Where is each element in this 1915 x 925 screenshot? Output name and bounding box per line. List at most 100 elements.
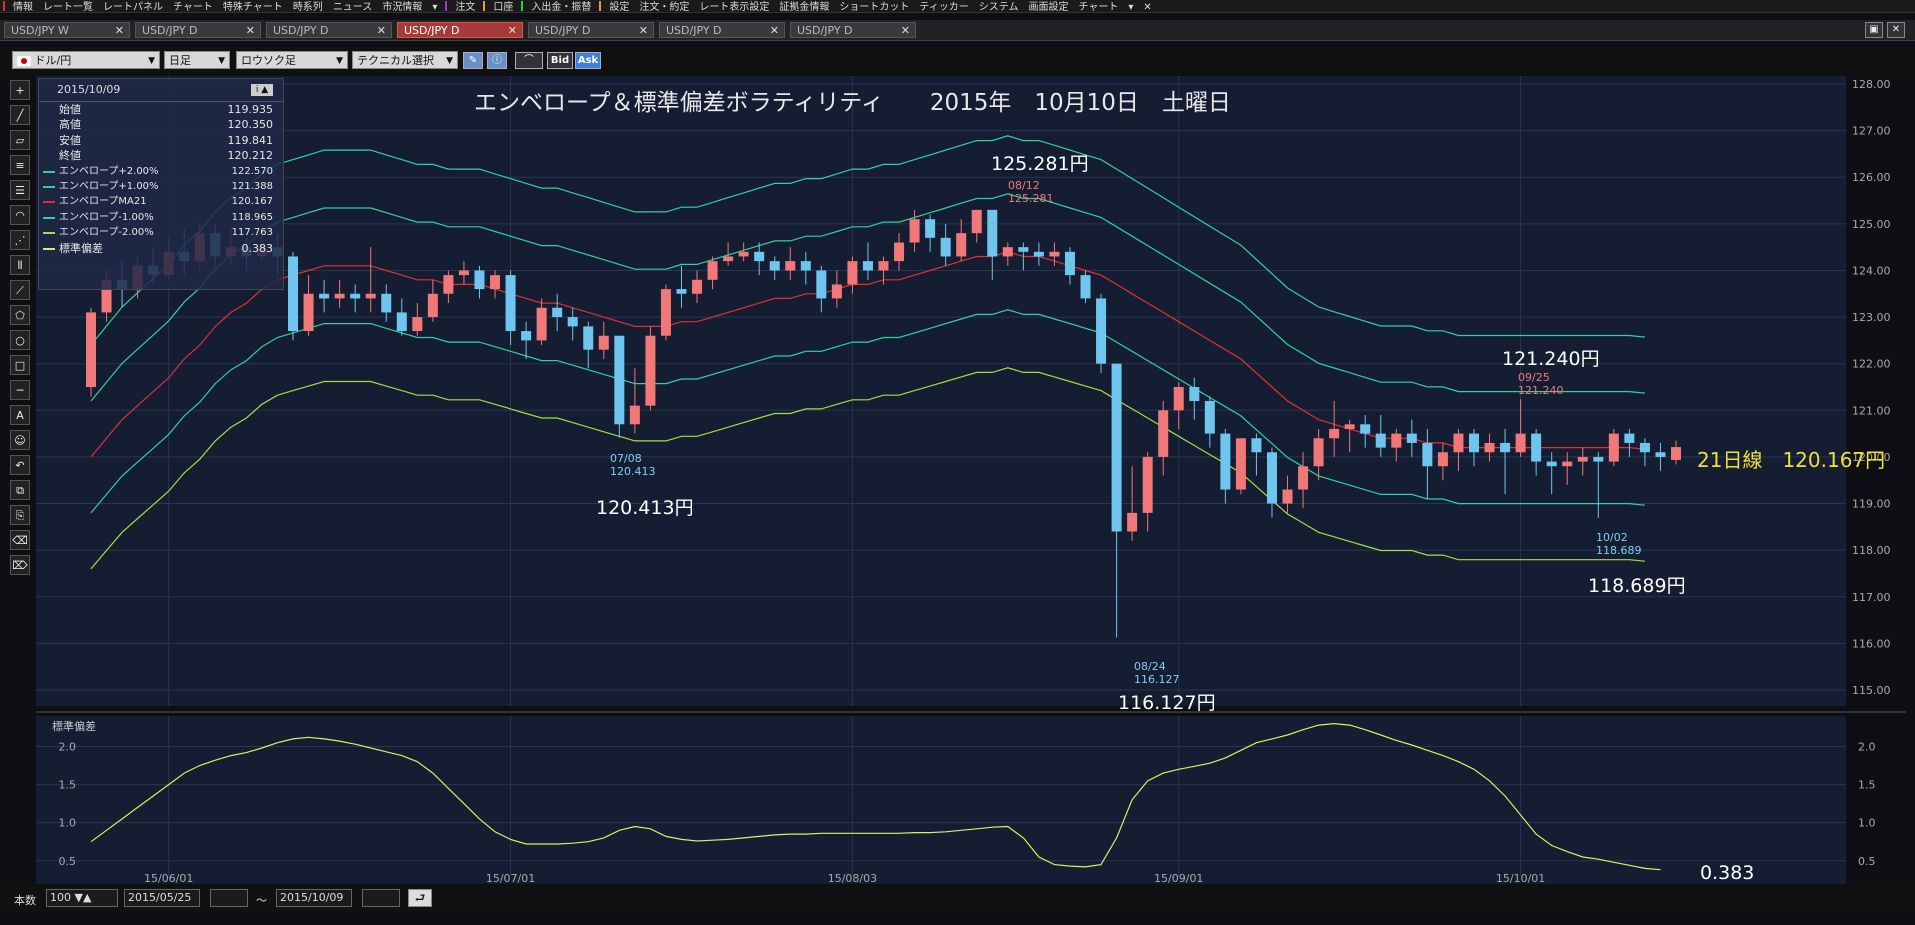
window-controls: ▣ ✕ [1861, 22, 1905, 38]
pen-icon[interactable]: ✎ [463, 52, 483, 69]
start-time-input[interactable] [210, 889, 248, 907]
end-time-input[interactable] [362, 889, 400, 907]
data-window-value: 122.570 [231, 165, 273, 177]
menu-item-3[interactable]: チャート [168, 2, 218, 12]
end-date-input[interactable]: 2015/10/09 [276, 889, 352, 907]
menu-item-21[interactable]: ▾ [1123, 2, 1138, 12]
technical-select[interactable]: テクニカル選択 ▼ [352, 51, 458, 69]
candle-body [1064, 251, 1075, 276]
menu-item-11[interactable]: 入出金・振替 [526, 2, 596, 12]
chart-tab-6[interactable]: USD/JPY D ✕ [790, 22, 916, 38]
restore-icon[interactable]: ▣ [1865, 22, 1883, 38]
reset-icon[interactable]: ⮐ [408, 889, 432, 907]
menu-item-22[interactable]: ✕ [1138, 2, 1156, 12]
arc-icon[interactable]: ◠ [10, 205, 30, 225]
info-toggle-icon[interactable]: i ▲ [251, 84, 273, 96]
eraser-icon[interactable]: ⌫ [10, 530, 30, 550]
menu-item-8[interactable]: ▾ [427, 2, 442, 12]
gann-icon[interactable]: ⟋ [10, 280, 30, 300]
menu-item-5[interactable]: 時系列 [288, 2, 328, 12]
chart-tab-5[interactable]: USD/JPY D ✕ [659, 22, 785, 38]
chart-tab-4[interactable]: USD/JPY D ✕ [528, 22, 654, 38]
ruler-icon[interactable]: ▱ [10, 130, 30, 150]
candle-body [1593, 456, 1604, 462]
chart-tab-label: USD/JPY D [797, 24, 853, 37]
start-date-input[interactable]: 2015/05/25 [124, 889, 200, 907]
text-icon[interactable]: A [10, 405, 30, 425]
bar-count-select[interactable]: 100 ▼▲ [46, 889, 118, 907]
close-tab-icon[interactable]: ✕ [639, 23, 648, 39]
menu-item-17[interactable]: ティッカー [914, 2, 973, 12]
close-tab-icon[interactable]: ✕ [770, 23, 779, 39]
stdev-tick-label-left: 0.5 [59, 855, 77, 868]
candle-body [800, 261, 811, 271]
close-tab-icon[interactable]: ✕ [377, 23, 386, 39]
vlines-icon[interactable]: ⦀ [10, 255, 30, 275]
hlines-icon[interactable]: ≡ [10, 155, 30, 175]
menu-item-14[interactable]: レート表示設定 [694, 2, 774, 12]
candle-body [738, 251, 749, 257]
candle-body [785, 261, 796, 271]
menu-item-15[interactable]: 証拠金情報 [774, 2, 834, 12]
hline-icon[interactable]: ─ [10, 380, 30, 400]
chart-tab-0[interactable]: USD/JPY W ✕ [4, 22, 130, 38]
left-low-label: 120.413円 [596, 497, 694, 519]
menu-item-4[interactable]: 特殊チャート [218, 2, 288, 12]
bid-button[interactable]: Bid [547, 52, 573, 69]
menu-item-18[interactable]: システム [974, 2, 1024, 12]
menu-item-2[interactable]: レートパネル [98, 2, 168, 12]
chart-tab-2[interactable]: USD/JPY D ✕ [266, 22, 392, 38]
paste-icon[interactable]: ⎘ [10, 505, 30, 525]
data-window-label: 安値 [59, 133, 81, 147]
smiley-icon[interactable]: ☺ [10, 430, 30, 450]
menu-item-12[interactable]: 設定 [604, 2, 634, 12]
pentagon-icon[interactable]: ⬠ [10, 305, 30, 325]
wave-icon[interactable]: ⌒ [515, 52, 543, 69]
candle-body [1515, 433, 1526, 453]
menu-item-7[interactable]: 市況情報 [377, 2, 427, 12]
fan-icon[interactable]: ⋰ [10, 230, 30, 250]
eraser-all-icon[interactable]: ⌦ [10, 555, 30, 575]
chart-toolbar: ドル/円 ▼ 日足 ▼ ロウソク足 ▼ テクニカル選択 ▼ ✎ ⓘ ⌒ Bid … [0, 48, 1915, 74]
info-icon[interactable]: ⓘ [487, 52, 507, 69]
close-icon[interactable]: ✕ [1887, 22, 1905, 38]
period-select[interactable]: 日足 ▼ [164, 51, 230, 69]
candle-body [1096, 298, 1107, 364]
data-window-row: エンベロープ+2.00% 122.570 [39, 164, 283, 179]
fibonacci-icon[interactable]: ☰ [10, 180, 30, 200]
menu-item-10[interactable]: 口座 [488, 2, 518, 12]
menu-item-0[interactable]: 情報 [8, 2, 38, 12]
rectangle-icon[interactable]: □ [10, 355, 30, 375]
date-tick-label: 15/09/01 [1154, 872, 1203, 884]
menu-item-13[interactable]: 注文・約定 [634, 2, 694, 12]
chevron-down-icon: ▼ [336, 56, 343, 66]
chart-tab-1[interactable]: USD/JPY D ✕ [135, 22, 261, 38]
trendline-icon[interactable]: ╱ [10, 105, 30, 125]
menu-item-19[interactable]: 画面設定 [1023, 2, 1073, 12]
candle-body [692, 279, 703, 294]
menu-item-20[interactable]: チャート [1073, 2, 1123, 12]
circle-icon[interactable]: ○ [10, 330, 30, 350]
candle-body [350, 293, 361, 299]
menu-item-6[interactable]: ニュース [328, 2, 378, 12]
copy-icon[interactable]: ⧉ [10, 480, 30, 500]
date-tick-label: 15/07/01 [486, 872, 535, 884]
close-tab-icon[interactable]: ✕ [115, 23, 124, 39]
ask-button[interactable]: Ask [575, 52, 601, 69]
menu-item-16[interactable]: ショートカット [834, 2, 914, 12]
close-tab-icon[interactable]: ✕ [246, 23, 255, 39]
close-tab-icon[interactable]: ✕ [508, 23, 517, 39]
candle-body [381, 293, 392, 313]
chart-tab-label: USD/JPY D [535, 24, 591, 37]
crosshair-icon[interactable]: + [10, 80, 30, 100]
price-chart[interactable]: 128.00 127.00 126.00 125.00 124.00 123.00 122.… [36, 76, 1906, 884]
chart-type-select[interactable]: ロウソク足 ▼ [236, 51, 348, 69]
close-tab-icon[interactable]: ✕ [901, 23, 910, 39]
candle-body [629, 405, 640, 425]
chart-tab-3[interactable]: USD/JPY D ✕ [397, 22, 523, 38]
currency-pair-select[interactable]: ドル/円 ▼ [12, 51, 160, 69]
undo-icon[interactable]: ↶ [10, 455, 30, 475]
menu-item-9[interactable]: 注文 [450, 2, 480, 12]
menu-item-1[interactable]: レート一覧 [38, 2, 98, 12]
price-axis: 128.00 127.00 126.00 125.00 124.00 123.00 122.… [1852, 78, 1891, 697]
